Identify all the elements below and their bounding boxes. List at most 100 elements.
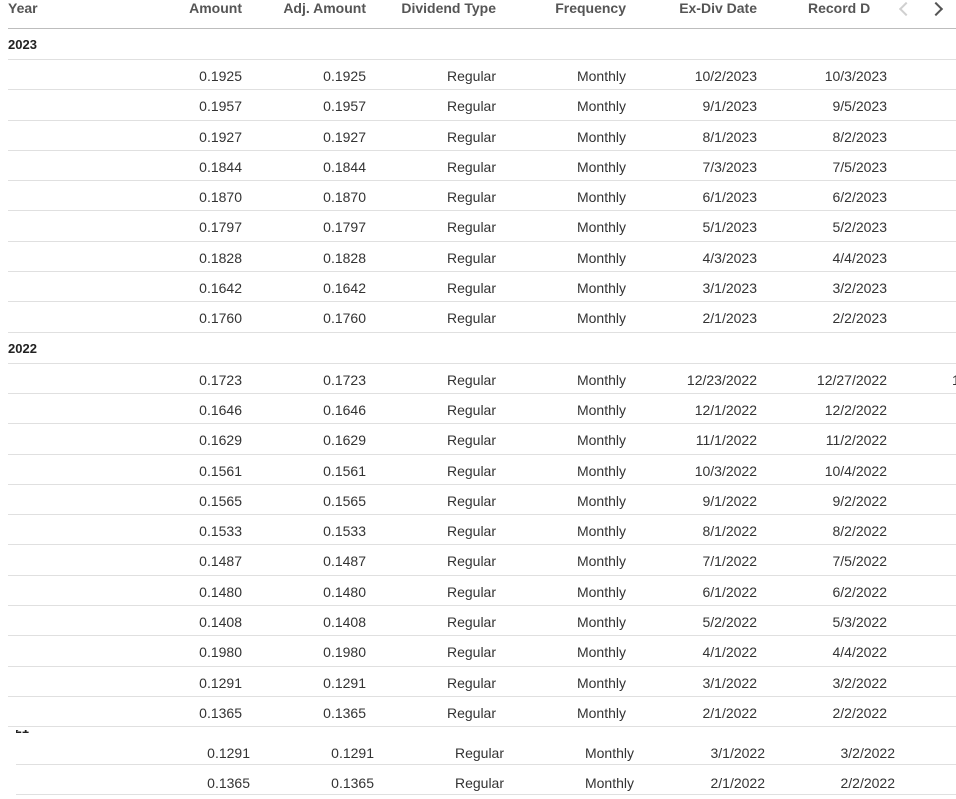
table-row: 0.1642 0.1642 Regular Monthly 3/1/2023 3/2/20… bbox=[8, 272, 956, 303]
header-dividend-type[interactable]: Dividend Type bbox=[401, 0, 496, 16]
cell-adj-amount: 0.1365 bbox=[331, 775, 374, 791]
cell-adj-amount: 0.1723 bbox=[323, 371, 366, 388]
table-row: 0.1760 0.1760 Regular Monthly 2/1/2023 2/2/20… bbox=[8, 302, 956, 333]
cell-amount: 0.1365 bbox=[199, 704, 242, 721]
scroll-right-button[interactable] bbox=[928, 0, 948, 18]
year-group-row: 2022 bbox=[8, 333, 956, 364]
cell-frequency: Monthly bbox=[576, 310, 626, 327]
cell-frequency: Monthly bbox=[576, 523, 626, 540]
cell-ex-div-date: 7/3/2023 bbox=[702, 158, 758, 175]
cell-adj-amount: 0.1487 bbox=[323, 553, 366, 570]
table-row: 0.1365 0.1365 Regular Monthly 2/1/2022 2/2/20… bbox=[16, 764, 956, 795]
cell-frequency: Monthly bbox=[576, 280, 626, 297]
cell-ex-div-date: 2/1/2023 bbox=[702, 310, 758, 327]
cell-adj-amount: 0.1565 bbox=[323, 492, 366, 509]
year-group-row: 2023 bbox=[8, 29, 956, 60]
cell-frequency: Monthly bbox=[576, 432, 626, 449]
table-row: 0.1408 0.1408 Regular Monthly 5/2/2022 5/3/20… bbox=[8, 606, 956, 637]
table-row: 0.1723 0.1723 Regular Monthly 12/23/2022 12/2… bbox=[8, 364, 956, 394]
header-year[interactable]: Year bbox=[8, 0, 38, 16]
cell-dividend-type: Regular bbox=[446, 401, 496, 418]
cell-frequency: Monthly bbox=[576, 158, 626, 175]
header-record-date[interactable]: Record D bbox=[808, 0, 870, 16]
cell-amount: 0.1487 bbox=[199, 553, 242, 570]
cell-frequency: Monthly bbox=[576, 128, 626, 145]
cell-adj-amount: 0.1760 bbox=[323, 310, 366, 327]
cell-frequency: Monthly bbox=[584, 775, 634, 791]
cell-frequency: Monthly bbox=[576, 704, 626, 721]
cell-adj-amount: 0.1957 bbox=[323, 98, 366, 115]
table-row: 0.1291 0.1291 Regular Monthly 3/1/2022 3/2/20… bbox=[16, 734, 956, 765]
cell-amount: 0.1927 bbox=[199, 128, 242, 145]
table-row: 0.1828 0.1828 Regular Monthly 4/3/2023 4/4/20… bbox=[8, 242, 956, 273]
cell-ex-div-date: 8/1/2022 bbox=[702, 523, 758, 540]
cell-record-date: 2/2/2023 bbox=[832, 310, 888, 327]
table-row: 0.1533 0.1533 Regular Monthly 8/1/2022 8/2/20… bbox=[8, 515, 956, 546]
table-row: 0.1957 0.1957 Regular Monthly 9/1/2023 9/5/20… bbox=[8, 90, 956, 121]
cell-dividend-type: Regular bbox=[446, 704, 496, 721]
cell-amount: 0.1723 bbox=[199, 371, 242, 388]
cell-adj-amount: 0.1646 bbox=[323, 401, 366, 418]
cell-ex-div-date: 5/2/2022 bbox=[702, 614, 758, 631]
cell-record-date: 4/4/2023 bbox=[832, 249, 888, 266]
table-row: 0.1980 0.1980 Regular Monthly 4/1/2022 4/4/20… bbox=[8, 636, 956, 667]
table-row: 0.1565 0.1565 Regular Monthly 9/1/2022 9/2/20… bbox=[8, 485, 956, 516]
table-row: 0.1487 0.1487 Regular Monthly 7/1/2022 7/5/20… bbox=[8, 545, 956, 576]
cell-dividend-type: Regular bbox=[446, 128, 496, 145]
cell-amount: 0.1844 bbox=[199, 158, 242, 175]
cell-ex-div-date: 12/1/2022 bbox=[694, 401, 757, 418]
cell-record-date: 6/2/2022 bbox=[832, 583, 888, 600]
cell-amount: 0.1291 bbox=[207, 745, 250, 761]
cell-record-date: 9/5/2023 bbox=[832, 98, 888, 115]
cell-adj-amount: 0.1408 bbox=[323, 614, 366, 631]
cell-amount: 0.1870 bbox=[199, 189, 242, 206]
cell-record-date: 5/3/2022 bbox=[832, 614, 888, 631]
table-row: 0.1844 0.1844 Regular Monthly 7/3/2023 7/5/20… bbox=[8, 151, 956, 182]
cell-frequency: Monthly bbox=[576, 401, 626, 418]
cell-dividend-type: Regular bbox=[446, 219, 496, 236]
cell-record-date: 10/4/2022 bbox=[824, 462, 887, 479]
cell-record-date: 11/2/2022 bbox=[825, 432, 887, 449]
cell-record-date: 2/2/2022 bbox=[832, 704, 888, 721]
cell-ex-div-date: 12/23/2022 bbox=[686, 371, 757, 388]
scroll-left-button[interactable] bbox=[894, 0, 914, 18]
cell-amount: 0.1797 bbox=[199, 219, 242, 236]
table-row: 0.1480 0.1480 Regular Monthly 6/1/2022 6/2/20… bbox=[8, 576, 956, 607]
cell-ex-div-date: 6/1/2023 bbox=[702, 189, 758, 206]
cell-ex-div-date: 3/1/2022 bbox=[710, 745, 766, 761]
cell-record-date: 4/4/2022 bbox=[832, 644, 888, 661]
cell-dividend-type: Regular bbox=[446, 553, 496, 570]
year-group-label: 2023 bbox=[8, 37, 37, 52]
header-amount[interactable]: Amount bbox=[189, 0, 242, 16]
cell-dividend-type: Regular bbox=[446, 462, 496, 479]
cell-amount: 0.1533 bbox=[199, 523, 242, 540]
cell-amount: 0.1629 bbox=[199, 432, 242, 449]
cell-dividend-type: Regular bbox=[446, 492, 496, 509]
cell-ex-div-date: 10/3/2022 bbox=[694, 462, 757, 479]
cell-record-date: 10/3/2023 bbox=[824, 68, 887, 84]
cell-dividend-type: Regular bbox=[446, 614, 496, 631]
cell-frequency: Monthly bbox=[576, 492, 626, 509]
cell-dividend-type: Regular bbox=[446, 371, 496, 388]
cell-ex-div-date: 9/1/2023 bbox=[702, 98, 758, 115]
cell-ex-div-date: 6/1/2022 bbox=[702, 583, 758, 600]
cell-amount: 0.1980 bbox=[199, 644, 242, 661]
cell-adj-amount: 0.1980 bbox=[323, 644, 366, 661]
cell-dividend-type: Regular bbox=[446, 644, 496, 661]
cell-adj-amount: 0.1561 bbox=[323, 462, 366, 479]
header-adj-amount[interactable]: Adj. Amount bbox=[283, 0, 366, 16]
cell-dividend-type: Regular bbox=[446, 280, 496, 297]
cell-adj-amount: 0.1533 bbox=[323, 523, 366, 540]
header-frequency[interactable]: Frequency bbox=[555, 0, 626, 16]
cell-record-date: 12/27/2022 bbox=[816, 371, 887, 388]
cell-amount: 0.1565 bbox=[199, 492, 242, 509]
cell-dividend-type: Regular bbox=[446, 674, 496, 691]
header-ex-div-date[interactable]: Ex-Div Date bbox=[679, 0, 757, 16]
cell-record-date: 7/5/2023 bbox=[832, 158, 888, 175]
cell-dividend-type: Regular bbox=[454, 745, 504, 761]
cell-adj-amount: 0.1291 bbox=[331, 745, 374, 761]
cell-frequency: Monthly bbox=[576, 462, 626, 479]
cell-dividend-type: Regular bbox=[446, 583, 496, 600]
cell-ex-div-date: 5/1/2023 bbox=[702, 219, 758, 236]
cell-record-date: 8/2/2023 bbox=[832, 128, 888, 145]
